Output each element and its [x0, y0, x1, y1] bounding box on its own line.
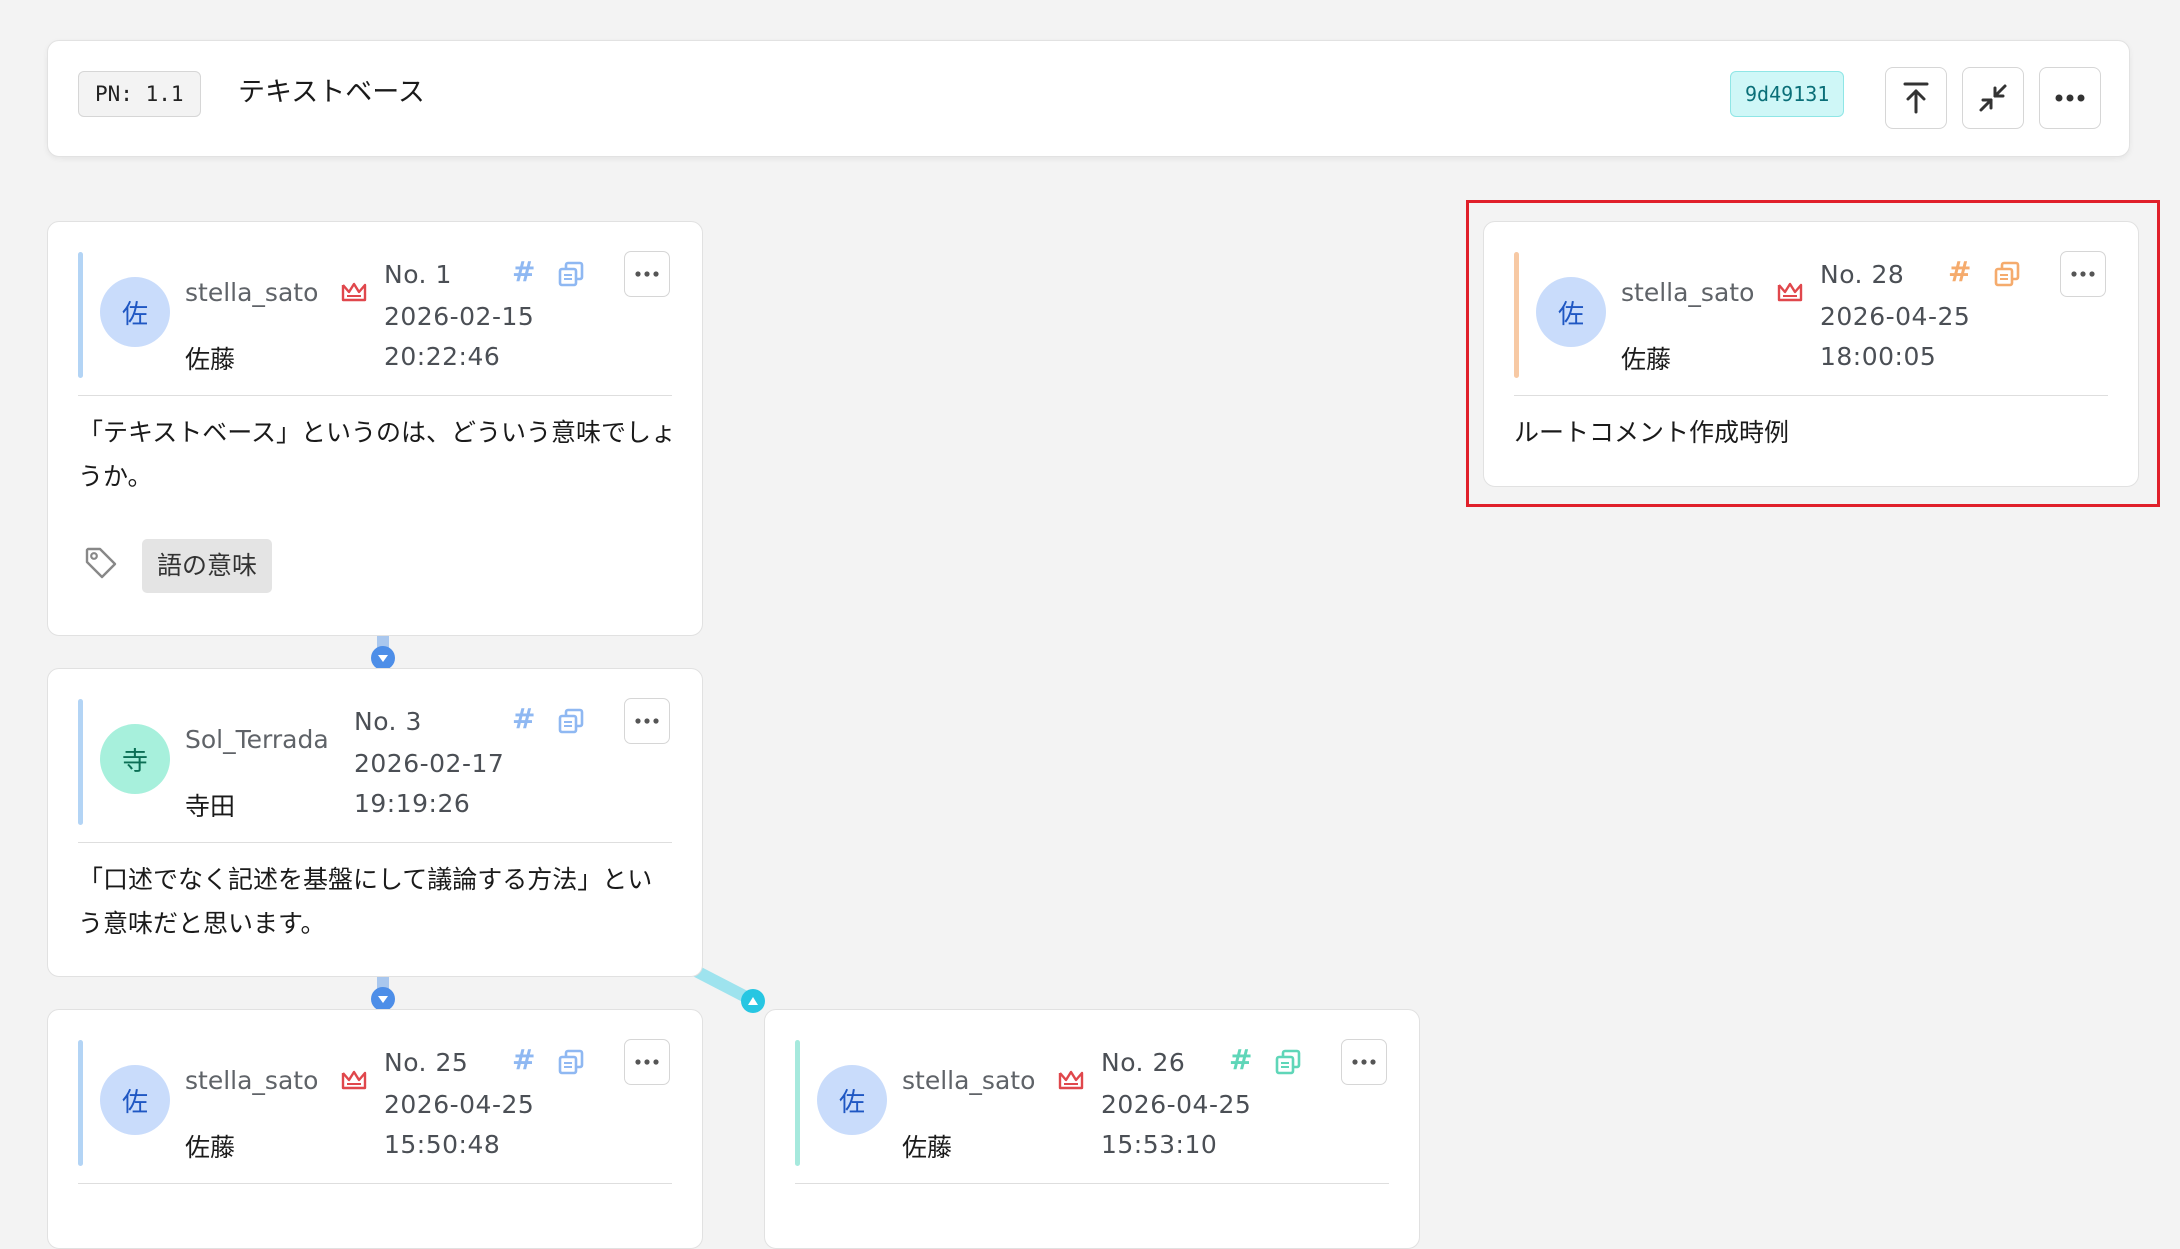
thread-accent-bar — [795, 1040, 800, 1166]
card-more-button[interactable] — [624, 1039, 670, 1085]
header-more-button[interactable] — [2039, 67, 2101, 129]
comment-number: No. 25 — [384, 1048, 469, 1077]
crown-icon — [341, 1070, 367, 1090]
avatar[interactable]: 佐 — [817, 1065, 887, 1135]
scroll-to-top-button[interactable] — [1885, 67, 1947, 129]
selection-highlight — [1466, 200, 2160, 507]
comment-number: No. 3 — [354, 707, 422, 736]
comment-body: 「テキストベース」というのは、どういう意味でしょ うか。 — [78, 411, 676, 499]
display-name: 寺田 — [185, 792, 236, 821]
crown-icon — [1058, 1070, 1084, 1090]
avatar[interactable]: 寺 — [100, 724, 170, 794]
comment-body: 「口述でなく記述を基盤にして議論する方法」とい う意味だと思います。 — [78, 858, 652, 946]
more-horizontal-icon — [635, 1059, 659, 1065]
display-name: 佐藤 — [902, 1133, 953, 1162]
comment-date: 2026-04-25 — [1101, 1090, 1252, 1119]
comment-date: 2026-04-25 — [384, 1090, 535, 1119]
comment-number: No. 26 — [1101, 1048, 1186, 1077]
hash-link-icon[interactable]: # — [512, 258, 535, 286]
thread-accent-bar — [78, 699, 83, 825]
hash-link-icon[interactable]: # — [512, 1046, 535, 1074]
username[interactable]: stella_sato — [185, 1066, 318, 1095]
copy-icon[interactable] — [557, 707, 585, 735]
card-divider — [78, 842, 672, 843]
card-more-button[interactable] — [624, 251, 670, 297]
crown-icon — [341, 282, 367, 302]
card-divider — [795, 1183, 1389, 1184]
display-name: 佐藤 — [185, 1133, 236, 1162]
more-horizontal-icon — [2055, 94, 2085, 102]
more-horizontal-icon — [635, 271, 659, 277]
card-divider — [78, 395, 672, 396]
tag-icon — [85, 547, 117, 579]
avatar[interactable]: 佐 — [100, 277, 170, 347]
comment-time: 15:53:10 — [1101, 1130, 1218, 1159]
username[interactable]: stella_sato — [902, 1066, 1035, 1095]
hash-link-icon[interactable]: # — [1229, 1046, 1252, 1074]
copy-icon[interactable] — [557, 260, 585, 288]
page-title: テキストベース — [238, 77, 425, 108]
comment-date: 2026-02-17 — [354, 749, 505, 778]
more-horizontal-icon — [1352, 1059, 1376, 1065]
thread-accent-bar — [78, 252, 83, 378]
comment-time: 15:50:48 — [384, 1130, 501, 1159]
collapse-arrows-icon — [1979, 84, 2007, 112]
comment-card: 佐 stella_sato 佐藤 No. 25 2026-04-25 15:50… — [47, 1009, 703, 1249]
arrow-up-to-line-icon — [1903, 82, 1929, 114]
comment-card: 佐 stella_sato 佐藤 No. 1 2026-02-15 20:22:… — [47, 221, 703, 636]
comment-time: 19:19:26 — [354, 789, 471, 818]
pn-badge: PN: 1.1 — [78, 71, 201, 117]
card-more-button[interactable] — [624, 698, 670, 744]
comment-body-line: 「口述でなく記述を基盤にして議論する方法」とい — [78, 865, 653, 894]
display-name: 佐藤 — [185, 345, 236, 374]
thread-accent-bar — [78, 1040, 83, 1166]
comment-body-line: うか。 — [78, 462, 153, 491]
comment-number: No. 1 — [384, 260, 452, 289]
comment-card: 佐 stella_sato 佐藤 No. 26 2026-04-25 15:53… — [764, 1009, 1420, 1249]
username[interactable]: stella_sato — [185, 278, 318, 307]
collapse-button[interactable] — [1962, 67, 2024, 129]
thread-header: PN: 1.1 テキストベース 9d49131 — [47, 40, 2130, 157]
more-horizontal-icon — [635, 718, 659, 724]
comment-body-line: 「テキストベース」というのは、どういう意味でしょ — [78, 418, 677, 447]
username[interactable]: Sol_Terrada — [185, 725, 329, 754]
comment-card: 寺 Sol_Terrada 寺田 No. 3 2026-02-17 19:19:… — [47, 668, 703, 977]
comment-date: 2026-02-15 — [384, 302, 535, 331]
card-divider — [78, 1183, 672, 1184]
comment-body-line: う意味だと思います。 — [78, 909, 326, 938]
commit-hash-badge[interactable]: 9d49131 — [1730, 71, 1845, 117]
hash-link-icon[interactable]: # — [512, 705, 535, 733]
comment-time: 20:22:46 — [384, 342, 501, 371]
copy-icon[interactable] — [1274, 1048, 1302, 1076]
tag-chip[interactable]: 語の意味 — [142, 539, 273, 593]
avatar[interactable]: 佐 — [100, 1065, 170, 1135]
copy-icon[interactable] — [557, 1048, 585, 1076]
card-more-button[interactable] — [1341, 1039, 1387, 1085]
